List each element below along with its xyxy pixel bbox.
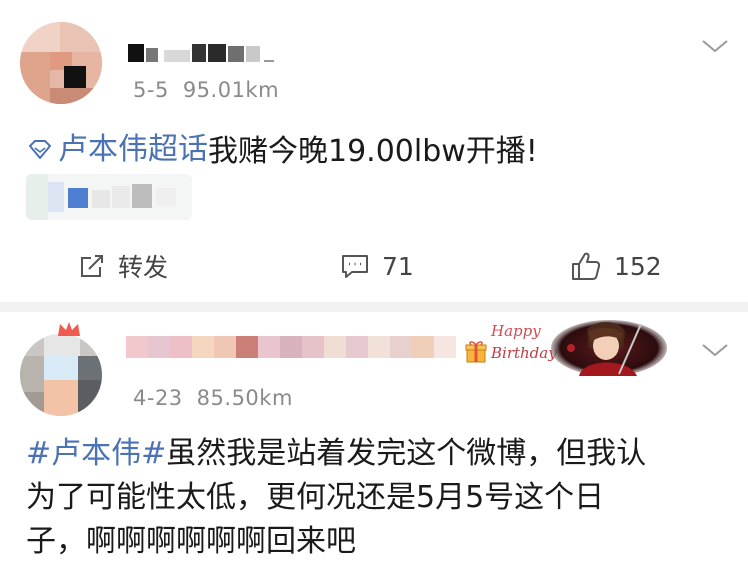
comment-count: 71 (382, 251, 414, 281)
post-text-line-2: 为了可能性太低，更何况还是5月5号这个日 (26, 480, 605, 515)
action-bar: 转发 71 152 (0, 238, 748, 294)
badge-happy-text: Happy (491, 322, 541, 340)
weibo-post-1[interactable]: 5-5 95.01km 卢本伟超话 我赌今晚19.00lbw开播! 转发 71 … (0, 0, 748, 302)
supertopic-label: 卢本伟超话 (58, 132, 208, 167)
thumbs-up-icon (572, 252, 601, 280)
comment-icon (342, 255, 368, 278)
post-meta: 4-23 85.50km (133, 386, 293, 410)
post-distance: 85.50km (196, 386, 293, 410)
post-content: 卢本伟超话 我赌今晚19.00lbw开播! (26, 128, 538, 174)
gift-icon (465, 341, 487, 363)
chevron-down-icon[interactable] (700, 340, 730, 360)
topic-link[interactable]: #卢本伟# (26, 436, 166, 471)
post-distance: 95.01km (182, 78, 280, 102)
username-blurred[interactable] (126, 336, 456, 358)
repost-label: 转发 (118, 253, 169, 282)
diamond-icon (29, 140, 51, 159)
chevron-down-icon[interactable] (700, 36, 730, 56)
post-date: 4-23 (133, 386, 183, 410)
link-card-blurred[interactable] (26, 174, 192, 220)
like-button[interactable]: 152 (570, 238, 662, 294)
supertopic-link[interactable]: 卢本伟超话 (26, 128, 208, 172)
post-text: 我赌今晚19.00lbw开播! (208, 134, 538, 169)
post-text-line-1: #卢本伟#虽然我是站着发完这个微博，但我认 (26, 436, 647, 471)
anime-character-image (551, 320, 667, 376)
birthday-badge[interactable]: Happy Birthday (465, 318, 667, 376)
crown-icon (58, 322, 80, 336)
post-content: #卢本伟#虽然我是站着发完这个微博，但我认 为了可能性太低，更何况还是5月5号这… (26, 432, 736, 564)
post-date: 5-5 (133, 78, 169, 102)
repost-icon (81, 255, 103, 277)
avatar[interactable] (20, 22, 102, 104)
repost-button[interactable]: 转发 (78, 238, 168, 294)
username-blurred[interactable] (128, 44, 278, 66)
like-count: 152 (614, 251, 662, 281)
post-separator (0, 302, 748, 312)
post-meta: 5-5 95.01km (133, 78, 279, 102)
avatar[interactable] (20, 334, 102, 416)
post-text-line-3: 子，啊啊啊啊啊啊回来吧 (26, 524, 356, 559)
badge-birthday-text: Birthday (491, 344, 557, 362)
comment-button[interactable]: 71 (340, 238, 414, 294)
